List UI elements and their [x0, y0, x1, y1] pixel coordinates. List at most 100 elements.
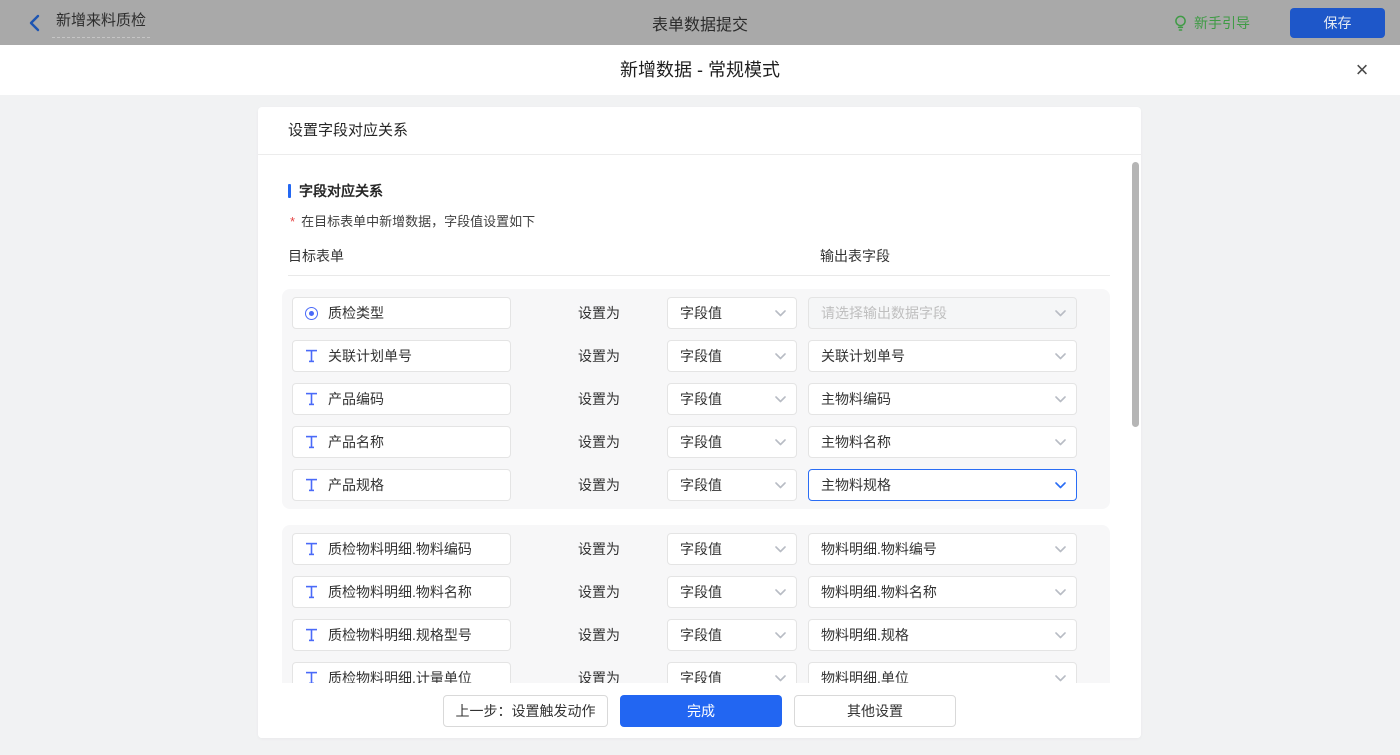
column-header-target-form: 目标表单 [288, 246, 344, 266]
dialog-footer: 上一步：设置触发动作 完成 其他设置 [258, 683, 1141, 738]
field-mapping-card: 设置字段对应关系 字段对应关系 *在目标表单中新增数据，字段值设置如下 目标表单… [258, 107, 1141, 738]
chevron-down-icon [1055, 396, 1066, 403]
field-mapping-scroll-area[interactable]: 字段对应关系 *在目标表单中新增数据，字段值设置如下 目标表单 输出表字段 质检… [258, 155, 1141, 683]
dialog-title: 新增数据 - 常规模式 [0, 45, 1400, 95]
chevron-down-icon [1055, 482, 1066, 489]
target-field-box[interactable]: 质检物料明细.物料编码 [292, 533, 511, 565]
text-field-icon [303, 671, 319, 683]
target-field-box[interactable]: 质检物料明细.计量单位 [292, 662, 511, 683]
mapping-row: 质检物料明细.计量单位 设置为 字段值 物料明细.单位 [292, 662, 1100, 683]
chevron-down-icon [775, 439, 786, 446]
scrollbar-thumb[interactable] [1132, 162, 1139, 427]
set-as-label: 设置为 [578, 625, 620, 645]
output-field-select[interactable]: 主物料规格 [808, 469, 1077, 501]
target-field-label: 质检物料明细.物料名称 [328, 582, 472, 602]
target-field-label: 质检物料明细.规格型号 [328, 625, 472, 645]
dialog-header: 新增数据 - 常规模式 × [0, 45, 1400, 95]
column-header-output-fields: 输出表字段 [820, 246, 890, 266]
guide-label: 新手引导 [1194, 13, 1250, 33]
chevron-down-icon [775, 482, 786, 489]
value-mode-text: 字段值 [680, 303, 722, 323]
set-as-label: 设置为 [578, 475, 620, 495]
value-mode-text: 字段值 [680, 668, 722, 683]
target-field-label: 产品编码 [328, 389, 384, 409]
text-field-icon [303, 435, 319, 449]
other-settings-button[interactable]: 其他设置 [794, 695, 956, 727]
value-mode-text: 字段值 [680, 432, 722, 452]
chevron-down-icon [1055, 675, 1066, 682]
beginner-guide-link[interactable]: 新手引导 [1173, 13, 1250, 33]
target-field-box[interactable]: 关联计划单号 [292, 340, 511, 372]
value-mode-text: 字段值 [680, 582, 722, 602]
output-field-select[interactable]: 物料明细.单位 [808, 662, 1077, 683]
target-field-box[interactable]: 产品编码 [292, 383, 511, 415]
target-field-box[interactable]: 质检物料明细.物料名称 [292, 576, 511, 608]
text-field-icon [303, 542, 319, 556]
value-mode-text: 字段值 [680, 539, 722, 559]
output-field-text: 主物料编码 [821, 389, 891, 409]
output-field-select[interactable]: 关联计划单号 [808, 340, 1077, 372]
chevron-down-icon [775, 675, 786, 682]
value-mode-text: 字段值 [680, 625, 722, 645]
value-mode-select[interactable]: 字段值 [667, 576, 797, 608]
set-as-label: 设置为 [578, 582, 620, 602]
mapping-row: 质检物料明细.规格型号 设置为 字段值 物料明细.规格 [292, 619, 1100, 651]
target-field-box[interactable]: 产品规格 [292, 469, 511, 501]
value-mode-select[interactable]: 字段值 [667, 383, 797, 415]
value-mode-select[interactable]: 字段值 [667, 533, 797, 565]
output-field-text: 主物料规格 [821, 475, 891, 495]
mapping-row: 质检物料明细.物料名称 设置为 字段值 物料明细.物料名称 [292, 576, 1100, 608]
set-as-label: 设置为 [578, 668, 620, 683]
chevron-down-icon [1055, 632, 1066, 639]
save-button[interactable]: 保存 [1290, 8, 1385, 38]
output-field-text: 主物料名称 [821, 432, 891, 452]
mapping-row: 质检物料明细.物料编码设置为字段值物料明细.物料编号 [292, 533, 1100, 565]
chevron-down-icon [1055, 589, 1066, 596]
output-field-select: 请选择输出数据字段 [808, 297, 1077, 329]
output-field-select[interactable]: 主物料名称 [808, 426, 1077, 458]
output-field-text: 物料明细.物料名称 [821, 582, 937, 602]
close-icon[interactable]: × [1346, 54, 1378, 86]
set-as-label: 设置为 [578, 303, 620, 323]
done-button[interactable]: 完成 [620, 695, 782, 727]
output-field-select[interactable]: 物料明细.物料名称 [808, 576, 1077, 608]
target-field-label: 质检类型 [328, 303, 384, 323]
value-mode-select[interactable]: 字段值 [667, 297, 797, 329]
mapping-row: 关联计划单号设置为字段值关联计划单号 [292, 340, 1100, 372]
target-field-label: 产品规格 [328, 475, 384, 495]
text-field-icon [303, 349, 319, 363]
output-field-text: 关联计划单号 [821, 346, 905, 366]
chevron-down-icon [1055, 439, 1066, 446]
value-mode-select[interactable]: 字段值 [667, 340, 797, 372]
mapping-row: 产品名称 设置为 字段值 主物料名称 [292, 426, 1100, 458]
output-field-text: 物料明细.规格 [821, 625, 909, 645]
value-mode-select[interactable]: 字段值 [667, 662, 797, 683]
chevron-down-icon [775, 396, 786, 403]
output-field-select[interactable]: 主物料编码 [808, 383, 1077, 415]
dialog-body-background: 设置字段对应关系 字段对应关系 *在目标表单中新增数据，字段值设置如下 目标表单… [0, 95, 1400, 755]
mapping-note: 在目标表单中新增数据，字段值设置如下 [301, 214, 535, 229]
chevron-down-icon [775, 353, 786, 360]
card-header-title: 设置字段对应关系 [258, 107, 1141, 155]
target-field-box[interactable]: 质检类型 [292, 297, 511, 329]
section-accent-bar [288, 184, 291, 198]
lightbulb-icon [1173, 15, 1188, 31]
output-field-select[interactable]: 物料明细.规格 [808, 619, 1077, 651]
target-field-box[interactable]: 质检物料明细.规格型号 [292, 619, 511, 651]
set-as-label: 设置为 [578, 432, 620, 452]
output-field-select[interactable]: 物料明细.物料编号 [808, 533, 1077, 565]
top-toolbar: 新增来料质检 表单数据提交 新手引导 保存 [0, 0, 1400, 45]
target-field-label: 质检物料明细.物料编码 [328, 539, 472, 559]
value-mode-select[interactable]: 字段值 [667, 619, 797, 651]
target-field-label: 产品名称 [328, 432, 384, 452]
target-field-box[interactable]: 产品名称 [292, 426, 511, 458]
chevron-down-icon [775, 310, 786, 317]
field-group-1: 质检类型设置为字段值请选择输出数据字段关联计划单号设置为字段值关联计划单号产品编… [282, 289, 1110, 509]
text-field-icon [303, 628, 319, 642]
text-field-icon [303, 585, 319, 599]
previous-step-button[interactable]: 上一步：设置触发动作 [443, 695, 608, 727]
value-mode-select[interactable]: 字段值 [667, 469, 797, 501]
value-mode-select[interactable]: 字段值 [667, 426, 797, 458]
section-title: 字段对应关系 [299, 181, 383, 201]
chevron-down-icon [775, 632, 786, 639]
